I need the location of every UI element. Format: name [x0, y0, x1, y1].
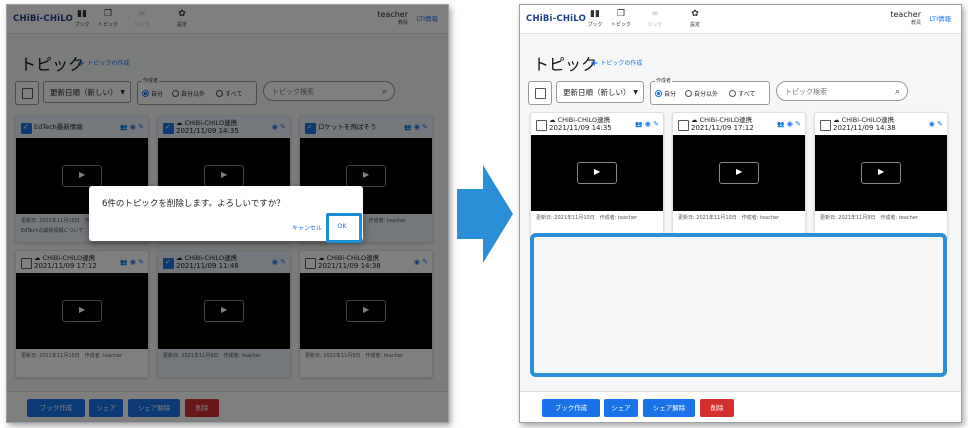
- top-bar: CHiBi-CHiLO ▮▮ ブック ❐ トピック ∞ リンク ✿ 設定 teacher…: [520, 5, 961, 34]
- nav-label: リンク: [647, 22, 663, 28]
- topic-card[interactable]: ☁ CHiBi-CHiLO連携2021/11/09 14:38 ◉ ✎ 更新日: …: [814, 112, 948, 240]
- chevron-down-icon: ▼: [633, 89, 638, 96]
- search-icon: ⌕: [894, 87, 900, 97]
- card-date: 2021/11/09 14:38: [833, 124, 896, 132]
- select-all-checkbox[interactable]: [535, 88, 546, 99]
- select-all-box[interactable]: [528, 81, 552, 105]
- delete-button[interactable]: 削除: [700, 399, 734, 417]
- card-date: 2021/11/09 14:35: [549, 124, 612, 132]
- share-button[interactable]: シェア: [604, 399, 638, 417]
- edit-icon[interactable]: ✎: [795, 120, 801, 128]
- lti-link[interactable]: LTI情報: [929, 13, 951, 23]
- nav-link[interactable]: ∞ リンク: [642, 9, 668, 28]
- page-title: トピック: [533, 55, 598, 74]
- play-icon[interactable]: [861, 162, 901, 184]
- deleted-area-highlight: [530, 233, 947, 377]
- group-icon[interactable]: 👥: [777, 121, 784, 128]
- card-name: CHiBi-CHiLO連携: [557, 116, 611, 124]
- card-name: CHiBi-CHiLO連携: [699, 116, 753, 124]
- card-date: 2021/11/09 17:12: [691, 124, 754, 132]
- cloud-icon: ☁: [549, 116, 558, 124]
- card-name: CHiBi-CHiLO連携: [841, 116, 895, 124]
- radio-label: 自分: [664, 91, 677, 98]
- cloud-icon: ☁: [833, 116, 842, 124]
- card-actions: 👥◉ ✎: [635, 120, 659, 128]
- card-meta: 更新日: 2021年11月10日 作成者: teacher: [678, 215, 780, 221]
- gear-icon: ✿: [691, 9, 699, 19]
- unshare-button[interactable]: シェア解除: [643, 399, 695, 417]
- action-bar: ブック作成 シェア シェア解除 削除: [520, 391, 961, 422]
- radio-others[interactable]: 自分以外: [685, 89, 718, 98]
- user-name: teacher: [890, 10, 921, 19]
- plus-icon: +: [590, 58, 599, 69]
- topic-card[interactable]: ☁ CHiBi-CHiLO連携2021/11/09 14:35 👥◉ ✎ 更新日:…: [530, 112, 664, 240]
- dialog-message: 6件のトピックを削除します。よろしいですか？: [102, 199, 285, 209]
- topic-search-input[interactable]: トピック検索 ⌕: [776, 81, 908, 101]
- card-checkbox[interactable]: [536, 120, 547, 131]
- before-screenshot: CHiBi-CHiLO ▮▮ブック ❐トピック ∞リンク ✿設定 teacher…: [6, 4, 449, 423]
- sort-select[interactable]: 更新日順（新しい）▼: [556, 81, 644, 103]
- card-header: ☁ CHiBi-CHiLO連携2021/11/09 14:38 ◉ ✎: [815, 113, 947, 135]
- app-logo: CHiBi-CHiLO: [526, 14, 586, 24]
- edit-icon[interactable]: ✎: [937, 120, 943, 128]
- link-icon: ∞: [651, 9, 659, 19]
- nav-settings[interactable]: ✿ 設定: [682, 9, 708, 28]
- video-thumbnail[interactable]: [531, 135, 663, 211]
- filter-bar: 更新日順（新しい）▼ 作成者 自分 自分以外 すべて トピック検索 ⌕: [528, 77, 953, 105]
- confirm-dialog: 6件のトピックを削除します。よろしいですか？ キャンセル OK: [89, 186, 363, 241]
- card-title: ☁ CHiBi-CHiLO連携2021/11/09 14:38: [833, 116, 896, 132]
- nav-label: ブック: [587, 22, 603, 28]
- nav-label: 設定: [689, 22, 700, 28]
- nav-book[interactable]: ▮▮ ブック: [582, 9, 608, 28]
- creator-legend: 作成者: [655, 77, 673, 84]
- video-thumbnail[interactable]: [673, 135, 805, 211]
- play-icon[interactable]: [719, 162, 759, 184]
- card-meta: 更新日: 2021年11月9日 作成者: teacher: [820, 215, 918, 221]
- card-checkbox[interactable]: [820, 120, 831, 131]
- cloud-icon: ☁: [691, 116, 700, 124]
- user-role: 教員: [910, 20, 921, 26]
- nav-topic[interactable]: ❐ トピック: [608, 9, 634, 28]
- add-topic-label: トピックの作成: [600, 60, 643, 67]
- search-placeholder: トピック検索: [785, 88, 827, 96]
- card-actions: 👥◉ ✎: [777, 120, 801, 128]
- eye-icon[interactable]: ◉: [645, 120, 651, 128]
- card-meta: 更新日: 2021年11月10日 作成者: teacher: [536, 215, 638, 221]
- card-title: ☁ CHiBi-CHiLO連携2021/11/09 14:35: [549, 116, 612, 132]
- group-icon[interactable]: 👥: [635, 121, 642, 128]
- right-arrow-icon: [457, 165, 513, 263]
- card-actions: ◉ ✎: [929, 120, 943, 128]
- book-icon: ▮▮: [590, 9, 600, 19]
- add-topic-button[interactable]: +トピックの作成: [590, 58, 642, 69]
- play-icon[interactable]: [577, 162, 617, 184]
- radio-label: すべて: [738, 91, 756, 98]
- creator-filter: 作成者 自分 自分以外 すべて: [650, 77, 770, 105]
- ok-highlight: [326, 213, 362, 243]
- card-title: ☁ CHiBi-CHiLO連携2021/11/09 17:12: [691, 116, 754, 132]
- radio-mine[interactable]: 自分: [655, 89, 676, 98]
- eye-icon[interactable]: ◉: [787, 120, 793, 128]
- card-header: ☁ CHiBi-CHiLO連携 2021/11/09 14:35 👥 ◉ ✎: [531, 113, 663, 135]
- edit-icon[interactable]: ✎: [653, 120, 659, 128]
- create-book-button[interactable]: ブック作成: [542, 399, 600, 417]
- video-thumbnail[interactable]: [815, 135, 947, 211]
- topic-icon: ❐: [616, 9, 626, 19]
- user-info[interactable]: teacher教員: [890, 10, 921, 26]
- card-checkbox[interactable]: [678, 120, 689, 131]
- cancel-button[interactable]: キャンセル: [292, 223, 322, 232]
- eye-icon[interactable]: ◉: [929, 120, 935, 128]
- sort-label: 更新日順（新しい）: [563, 88, 631, 97]
- card-header: ☁ CHiBi-CHiLO連携2021/11/09 17:12 👥◉ ✎: [673, 113, 805, 135]
- topic-card[interactable]: ☁ CHiBi-CHiLO連携2021/11/09 17:12 👥◉ ✎ 更新日:…: [672, 112, 806, 240]
- radio-label: 自分以外: [694, 91, 719, 98]
- nav-label: トピック: [610, 22, 631, 28]
- after-screenshot: CHiBi-CHiLO ▮▮ ブック ❐ トピック ∞ リンク ✿ 設定 teacher…: [519, 4, 962, 423]
- radio-all[interactable]: すべて: [729, 89, 755, 98]
